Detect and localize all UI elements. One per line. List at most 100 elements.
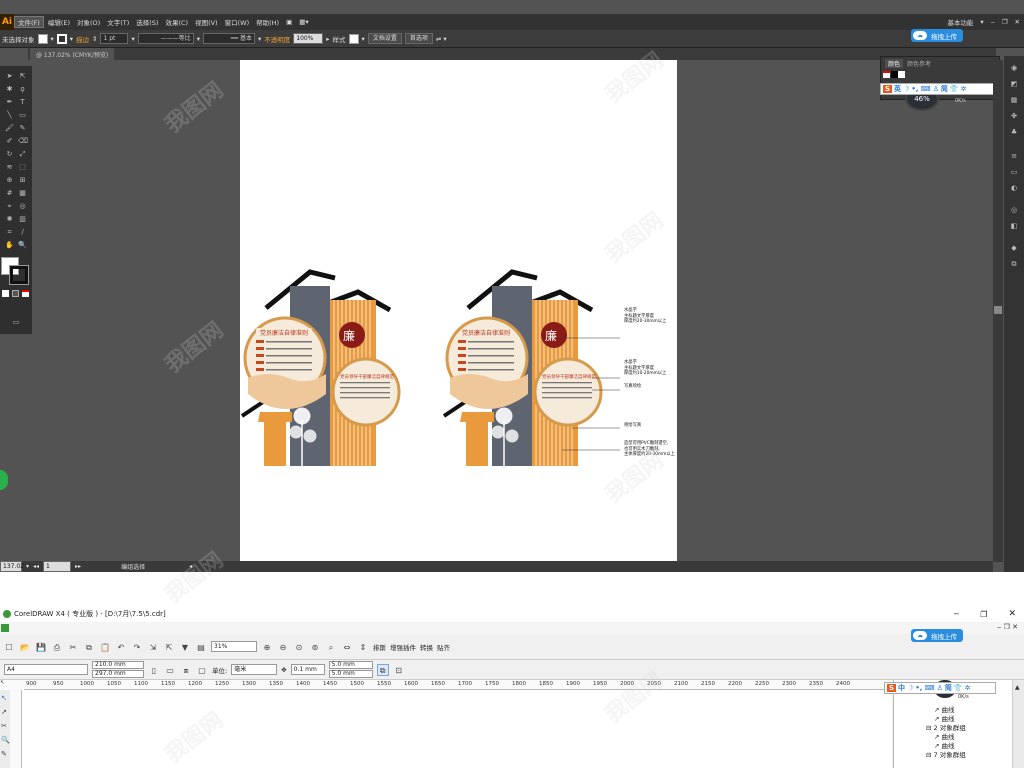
opacity-label[interactable]: 不透明度 [264, 34, 290, 44]
workspace-switcher[interactable]: 基本功能 [944, 17, 976, 27]
shape-tool-icon[interactable]: ↗ [1, 708, 7, 716]
page-size-select[interactable]: A4 [4, 664, 88, 675]
cdr-btn-1[interactable]: 增强插件 [390, 642, 416, 652]
document-setup-button[interactable]: 文档设置 [367, 33, 402, 44]
brush-definition[interactable]: ━━ 基本 [203, 33, 256, 44]
workspace-dropdown-icon[interactable]: ▾ [977, 18, 986, 26]
ime-punct-icon[interactable]: •, [911, 85, 918, 93]
expand-icon[interactable]: ⊟ [926, 724, 931, 732]
menu-edit[interactable]: 编辑(E) [45, 17, 73, 27]
paintbrush-tool-icon[interactable]: 🖌 [5, 124, 14, 132]
zoom-dropdown-icon[interactable]: ▾ [26, 563, 29, 570]
gradient-icon[interactable]: ▭ [1009, 168, 1019, 176]
direct-selection-tool-icon[interactable]: ⇱ [18, 72, 27, 80]
line-tool-icon[interactable]: ╲ [5, 111, 14, 119]
paste-icon[interactable]: 📋 [99, 641, 111, 653]
none-mode-icon[interactable] [22, 290, 29, 297]
stroke-dropdown-icon[interactable]: ▾ [70, 35, 73, 43]
crop-tool-icon[interactable]: ✂ [1, 722, 7, 730]
fill-swatch[interactable] [37, 33, 48, 44]
screen-mode-icon[interactable]: ▭ [10, 318, 22, 326]
rotate-tool-icon[interactable]: ↻ [5, 150, 14, 158]
ime-moon-icon[interactable]: ☽ [907, 684, 913, 692]
cdr-vertical-scrollbar[interactable]: ▲ [1012, 680, 1024, 768]
white-swatch[interactable] [898, 71, 905, 78]
stroke-swatch[interactable] [56, 33, 67, 44]
transparency-icon[interactable]: ◐ [1009, 184, 1019, 192]
scale-tool-icon[interactable]: ⤢ [18, 150, 27, 158]
ime-simplified[interactable]: 简 [941, 84, 948, 94]
arrange-documents-icon[interactable]: ▦▾ [296, 18, 311, 26]
zoom-in-icon[interactable]: ⊕ [261, 641, 273, 653]
ime-settings-icon[interactable]: ✲ [965, 684, 971, 692]
hand-tool-icon[interactable]: ✋ [5, 241, 14, 249]
opacity-dropdown-icon[interactable]: ▸ [326, 35, 329, 43]
selection-tool-icon[interactable]: ➤ [5, 72, 14, 80]
black-swatch[interactable] [891, 71, 898, 78]
stroke-label[interactable]: 描边 [76, 34, 89, 44]
open-icon[interactable]: 📂 [19, 641, 31, 653]
appearance-icon[interactable]: ◎ [1009, 206, 1019, 214]
menu-view[interactable]: 视图(V) [192, 17, 221, 27]
nudge-input[interactable]: 0.1 mm [290, 664, 325, 675]
brush-dropdown-icon[interactable]: ▾ [258, 35, 261, 43]
color-guide-tab[interactable]: 颜色参考 [907, 59, 931, 68]
prev-artboard-icon[interactable]: ◂◂ [33, 563, 39, 570]
stroke-weight-input[interactable]: 1 pt [100, 33, 129, 44]
stroke-weight-dropdown-icon[interactable]: ▾ [131, 35, 134, 43]
layers-icon[interactable]: ◆ [1009, 244, 1019, 252]
next-artboard-icon[interactable]: ▸▸ [75, 563, 81, 570]
ruler-origin[interactable]: ↖ [0, 680, 24, 690]
ime-toolbar-top[interactable]: S 英 ☽ •, ⌨ ♙ 简 👕 ✲ [880, 83, 995, 95]
expand-icon[interactable]: ⊟ [926, 751, 931, 759]
cdr-close-icon[interactable]: ✕ [1008, 609, 1016, 619]
color-mode-icon[interactable] [2, 290, 9, 297]
minimize-icon[interactable]: ‒ [988, 18, 998, 26]
eraser-tool-icon[interactable]: ⌫ [18, 137, 28, 145]
ime-settings-icon[interactable]: ✲ [961, 85, 967, 93]
graphic-style-swatch[interactable] [348, 33, 359, 44]
color-tab[interactable]: 颜色 [885, 59, 904, 68]
scroll-thumb[interactable] [994, 306, 1002, 314]
copy-icon[interactable]: ⧉ [83, 641, 95, 653]
shape-builder-tool-icon[interactable]: ⊕ [5, 176, 14, 184]
artboard-number[interactable]: 1 [43, 561, 72, 572]
variable-width-profile[interactable]: ———等比 [137, 33, 194, 44]
vertical-scrollbar[interactable] [993, 60, 1003, 562]
treat-as-filled-icon[interactable]: ⧉ [376, 663, 389, 676]
zoom-height-icon[interactable]: ⇕ [357, 641, 369, 653]
welcome-icon[interactable]: ▤ [195, 641, 207, 653]
zoom-tool-icon[interactable]: 🔍 [18, 241, 27, 249]
import-icon[interactable]: ⇲ [147, 641, 159, 653]
redo-icon[interactable]: ↷ [131, 641, 143, 653]
print-icon[interactable]: ⎙ [51, 641, 63, 653]
artboard-tool-icon[interactable]: ⌗ [5, 228, 14, 236]
menu-effect[interactable]: 效果(C) [162, 17, 191, 27]
cdr-doc-controls[interactable]: ‒ ❐ ✕ [997, 623, 1018, 631]
style-dropdown-icon[interactable]: ▾ [362, 35, 365, 43]
document-tab[interactable]: @ 137.02% (CMYK/预览) [30, 48, 115, 60]
zoom-page-icon[interactable]: ⌕ [325, 641, 337, 653]
gradient-tool-icon[interactable]: ▦ [18, 189, 27, 197]
page-height-input[interactable]: 297.0 mm [92, 670, 144, 678]
cut-icon[interactable]: ✂ [67, 641, 79, 653]
save-icon[interactable]: 💾 [35, 641, 47, 653]
ime-keyboard-icon[interactable]: ⌨ [924, 684, 934, 692]
menu-select[interactable]: 选择(S) [133, 17, 161, 27]
zoom-all-icon[interactable]: ⊚ [309, 641, 321, 653]
ime-skin-icon[interactable]: 👕 [954, 684, 963, 692]
new-icon[interactable]: ☐ [3, 641, 15, 653]
type-tool-icon[interactable]: T [18, 98, 27, 106]
cdr-btn-0[interactable]: 排斯 [373, 642, 386, 652]
rectangle-tool-icon[interactable]: ▭ [18, 111, 27, 119]
stroke-stepper-icon[interactable]: ⇕ [92, 35, 97, 43]
width-tool-icon[interactable]: ≋ [5, 163, 14, 171]
magic-wand-tool-icon[interactable]: ✱ [5, 85, 14, 93]
cdr-minimize-icon[interactable]: ‒ [954, 609, 960, 619]
current-page-icon[interactable]: ▢ [196, 664, 208, 676]
stroke-color-box[interactable] [9, 265, 29, 285]
object-position-icon[interactable]: ⊡ [393, 664, 405, 676]
zoom-out-icon[interactable]: ⊖ [277, 641, 289, 653]
pick-tool-icon[interactable]: ↖ [1, 694, 7, 702]
blend-tool-icon[interactable]: ◎ [18, 202, 27, 210]
